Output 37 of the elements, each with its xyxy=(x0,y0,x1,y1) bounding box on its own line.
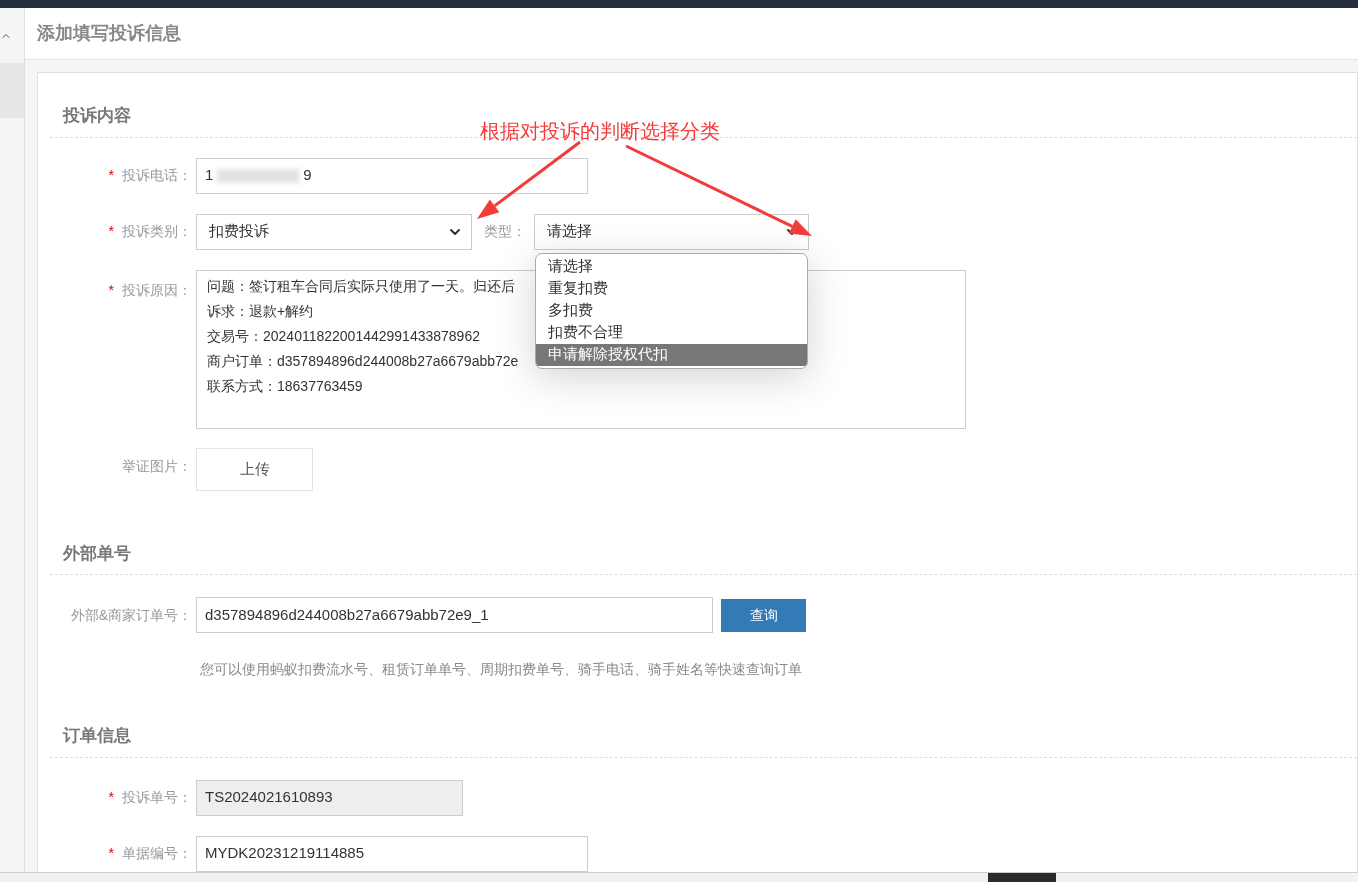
textarea-line: 问题：签订租车合同后实际只使用了一天。归还后 xyxy=(207,276,515,296)
field-label: 外部&商家订单号： xyxy=(70,605,192,625)
field-label: 投诉单号： xyxy=(122,788,192,807)
order-number-field[interactable]: d357894896d244008b27a6679abb72e9_1 xyxy=(196,597,713,633)
scrollbar-thumb[interactable] xyxy=(988,873,1056,882)
textarea-line: 交易号：2024011822001442991433878962 xyxy=(207,326,480,346)
phone-field[interactable]: 1 9 xyxy=(196,157,588,194)
document-number-field[interactable]: MYDK20231219114885 xyxy=(196,835,588,872)
required-mark: * xyxy=(108,222,114,241)
page-title: 添加填写投诉信息 xyxy=(37,22,181,45)
textarea-line: 诉求：退款+解约 xyxy=(207,301,314,321)
dropdown-option[interactable]: 扣费不合理 xyxy=(536,321,807,344)
section-heading: 订单信息 xyxy=(63,726,131,745)
field-label: 举证图片： xyxy=(122,456,192,476)
dropdown-option[interactable]: 重复扣费 xyxy=(536,277,807,300)
category-select[interactable]: 扣费投诉 xyxy=(196,213,472,250)
dropdown-option[interactable]: 多扣费 xyxy=(536,299,807,322)
section-heading: 外部单号 xyxy=(63,543,131,563)
upload-button[interactable]: 上传 xyxy=(196,447,313,491)
required-mark: * xyxy=(108,280,114,300)
field-label: 类型： xyxy=(484,222,526,241)
textarea-line: 联系方式：18637763459 xyxy=(207,376,363,396)
required-mark: * xyxy=(108,166,114,185)
query-button[interactable]: 查询 xyxy=(721,598,806,632)
field-label: 投诉原因： xyxy=(122,280,192,300)
field-label: 单据编号： xyxy=(122,844,192,863)
required-mark: * xyxy=(108,788,114,807)
required-mark: * xyxy=(108,844,114,863)
textarea-line: 商户订单：d357894896d244008b27a6679abb72e xyxy=(207,351,519,371)
section-heading: 投诉内容 xyxy=(63,106,131,125)
hint-text: 您可以使用蚂蚁扣费流水号、租赁订单单号、周期扣费单号、骑手电话、骑手姓名等快速查询订单 xyxy=(200,661,802,677)
type-select[interactable]: 请选择 xyxy=(534,213,809,250)
scrollbar[interactable] xyxy=(0,872,1358,882)
dropdown-option[interactable]: 申请解除授权代扣 xyxy=(536,343,807,366)
field-label: 投诉电话： xyxy=(122,166,192,185)
annotation-text: 根据对投诉的判断选择分类 xyxy=(480,119,720,144)
field-label: 投诉类别： xyxy=(122,222,192,241)
